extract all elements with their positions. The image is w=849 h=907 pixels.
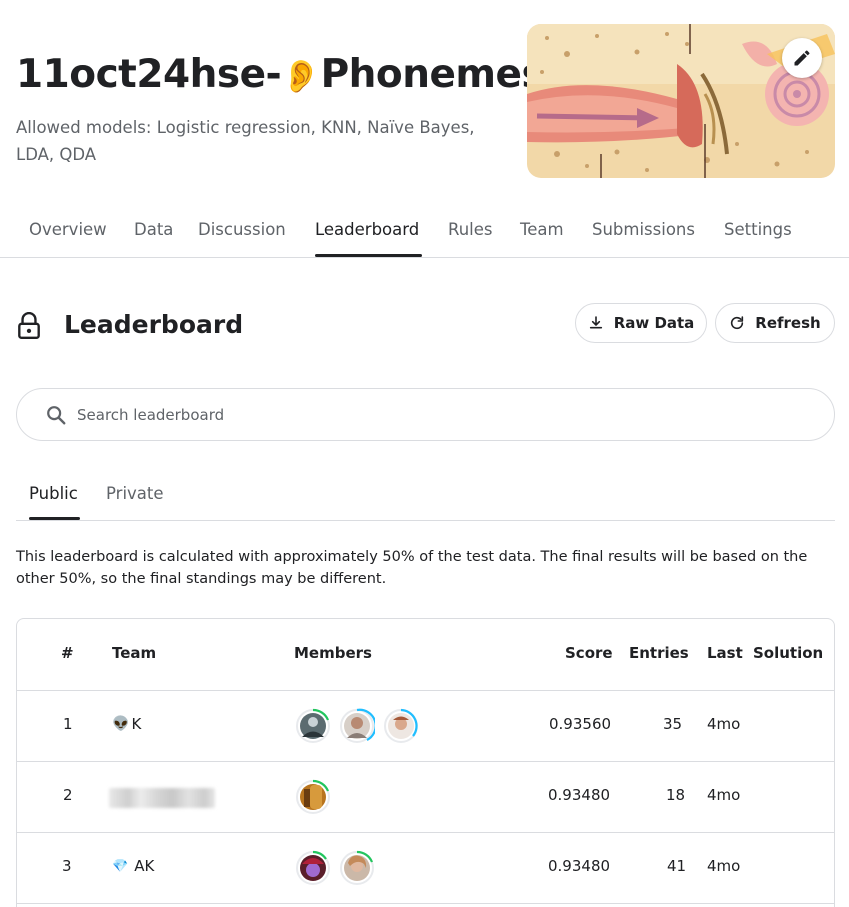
row-members (295, 708, 419, 744)
col-score[interactable]: Score (565, 644, 613, 662)
avatar[interactable] (295, 708, 331, 744)
row-rank: 1 (63, 715, 73, 733)
leaderboard-notice: This leaderboard is calculated with appr… (16, 549, 808, 587)
col-team: Team (112, 644, 157, 662)
col-members: Members (294, 644, 372, 662)
tab-submissions[interactable]: Submissions (592, 220, 695, 239)
title-prefix: 11oct24hse- (16, 52, 282, 97)
col-solution: Solution (753, 644, 824, 662)
avatar[interactable] (295, 850, 331, 886)
lock-icon (18, 312, 40, 340)
row-score: 0.93480 (548, 857, 611, 875)
table-row[interactable]: 1 👽 K 0.93560 35 4mo (17, 691, 834, 762)
raw-data-label: Raw Data (613, 314, 695, 332)
refresh-icon (731, 316, 744, 330)
ear-emoji: 👂 (281, 57, 321, 95)
tab-overview[interactable]: Overview (29, 220, 107, 239)
col-entries[interactable]: Entries (629, 644, 689, 662)
refresh-label: Refresh (755, 314, 821, 332)
row-team[interactable]: 👽 K (112, 715, 141, 733)
competition-subtitle: Allowed models: Logistic regression, KNN… (16, 118, 475, 164)
row-score: 0.93560 (549, 715, 612, 733)
team-emoji: 👽 (112, 716, 130, 732)
tab-public[interactable]: Public (29, 484, 78, 503)
raw-data-button[interactable]: Raw Data (575, 303, 707, 343)
leaderboard-search[interactable] (16, 388, 835, 441)
avatar[interactable] (339, 708, 375, 744)
active-subtab-indicator (29, 517, 80, 520)
search-icon (47, 406, 66, 425)
leaderboard-table: # Team Members Score Entries Last Soluti… (16, 618, 835, 907)
row-team[interactable]: 💎 AK (112, 857, 154, 875)
tab-private[interactable]: Private (106, 484, 164, 503)
active-tab-indicator (315, 254, 422, 257)
col-last[interactable]: Last (707, 644, 743, 662)
table-row[interactable]: 2 0.93480 18 4mo (17, 762, 834, 833)
tab-team[interactable]: Team (520, 220, 564, 239)
row-score: 0.93480 (548, 786, 611, 804)
edit-banner-button[interactable] (782, 38, 822, 78)
row-rank: 3 (62, 857, 72, 875)
row-entries: 18 (666, 786, 686, 804)
avatar[interactable] (339, 850, 375, 886)
pencil-icon (794, 50, 810, 66)
row-entries: 41 (667, 857, 687, 875)
download-icon (589, 316, 602, 329)
table-row[interactable]: 3 💎 AK 0.93480 41 4mo (17, 833, 834, 904)
leaderboard-title: Leaderboard (64, 310, 244, 339)
tab-rules[interactable]: Rules (448, 220, 493, 239)
team-emoji: 💎 (112, 858, 129, 874)
row-last: 4mo (707, 857, 741, 875)
row-last: 4mo (707, 786, 741, 804)
leaderboard-subtabs: Public Private (16, 470, 835, 521)
tab-discussion[interactable]: Discussion (198, 220, 286, 239)
tab-settings[interactable]: Settings (724, 220, 792, 239)
row-members (295, 850, 375, 886)
avatar[interactable] (383, 708, 419, 744)
avatar[interactable] (295, 779, 331, 815)
row-members (295, 779, 331, 815)
search-input[interactable] (77, 402, 777, 428)
competition-nav: Overview Data Discussion Leaderboard Rul… (0, 208, 849, 258)
tab-leaderboard[interactable]: Leaderboard (315, 220, 419, 239)
competition-title: 11oct24hse-👂Phonemes (16, 52, 545, 97)
row-team-redacted[interactable] (109, 788, 215, 808)
row-rank: 2 (63, 786, 73, 804)
row-entries: 35 (663, 715, 683, 733)
team-name: AK (134, 857, 155, 875)
col-rank: # (61, 644, 74, 662)
table-header: # Team Members Score Entries Last Soluti… (17, 619, 834, 691)
refresh-button[interactable]: Refresh (715, 303, 835, 343)
title-suffix: Phonemes (320, 52, 545, 97)
row-last: 4mo (707, 715, 741, 733)
team-name: K (131, 715, 142, 733)
tab-data[interactable]: Data (134, 220, 173, 239)
